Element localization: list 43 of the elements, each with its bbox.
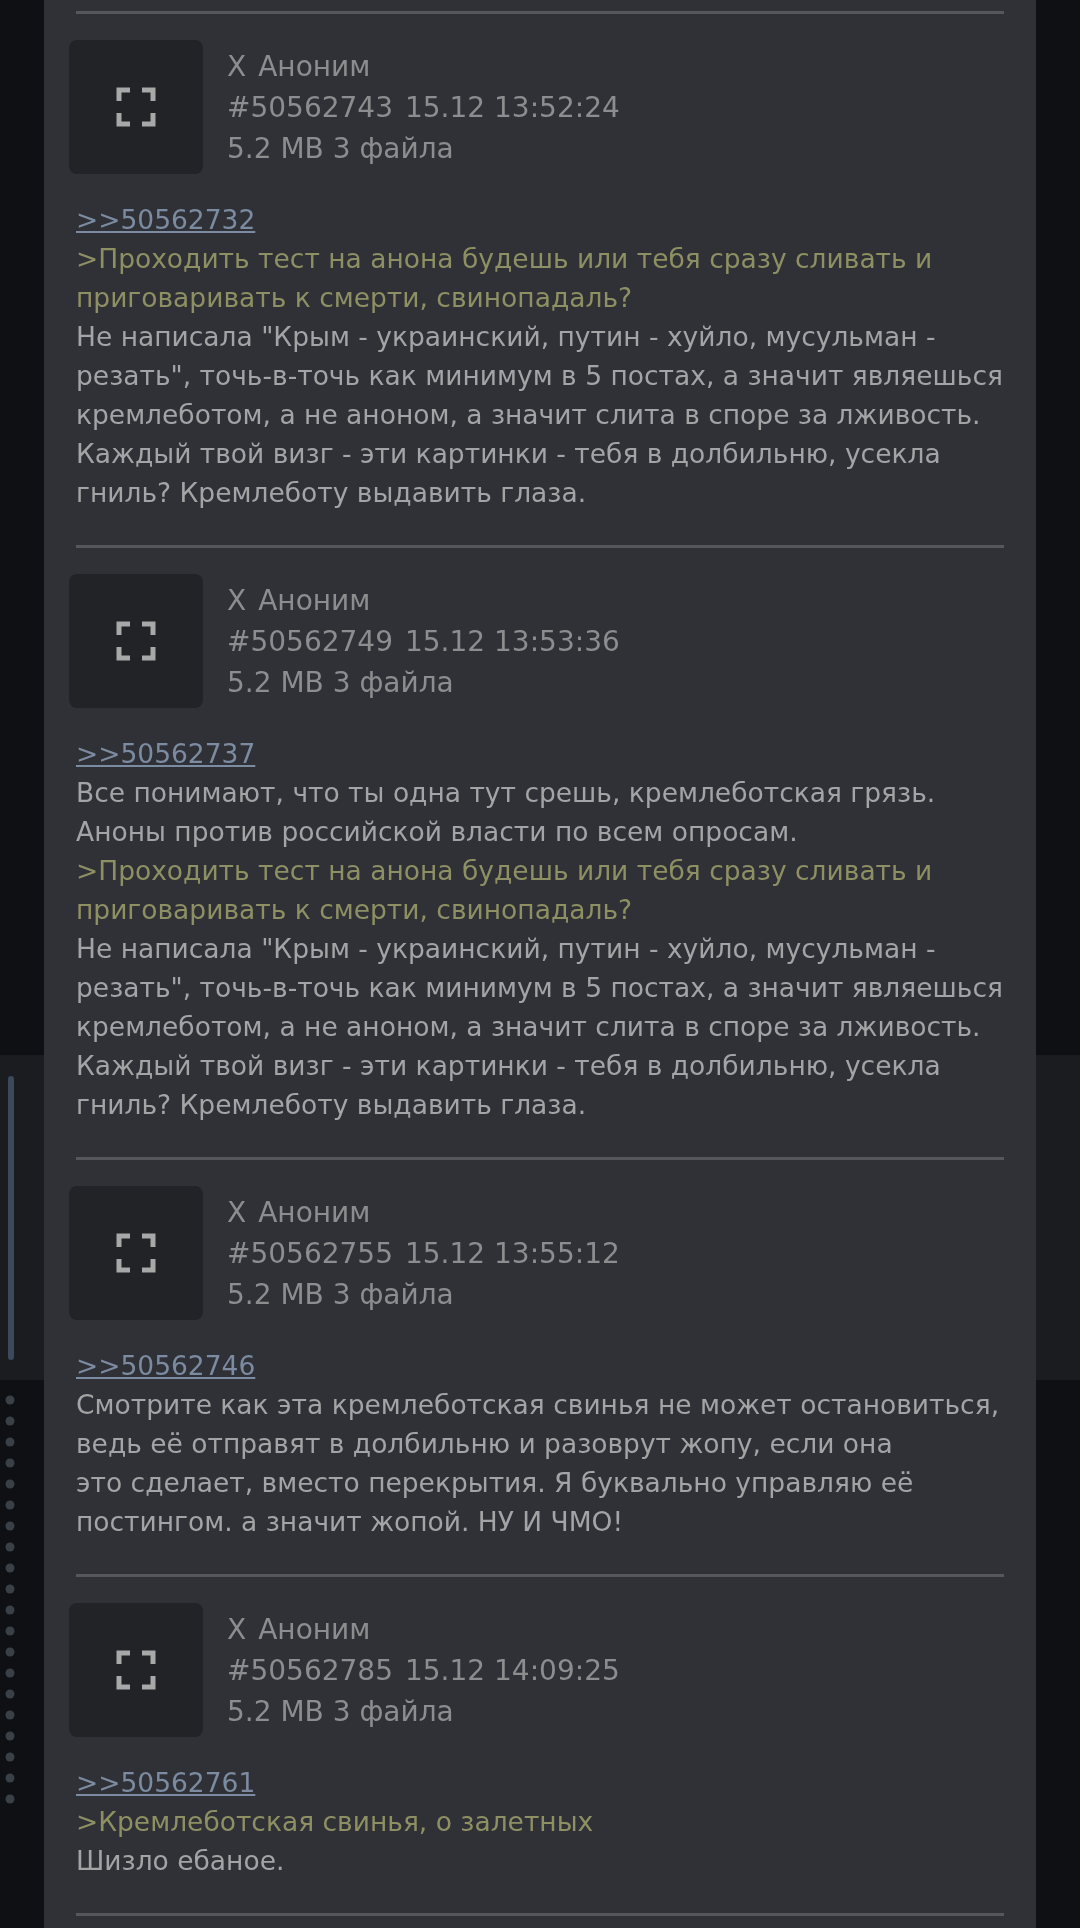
reply-link[interactable]: >>50562761 [76,1767,256,1798]
poster-name: Аноним [258,49,371,85]
image-thumbnail[interactable] [69,1186,203,1320]
poster-name: Аноним [258,1612,371,1648]
file-info: 5.2 MB 3 файла [227,131,454,167]
mark: X [227,1195,247,1231]
image-thumbnail[interactable] [69,1603,203,1737]
expand-icon [116,87,156,127]
file-info: 5.2 MB 3 файла [227,1277,454,1313]
post-number[interactable]: #50562785 [227,1650,393,1691]
reply-link[interactable]: >>50562746 [76,1350,256,1381]
expand-icon [116,1650,156,1690]
mark: X [227,583,247,619]
quote-text: >Проходить тест на анона будешь или тебя сразу сливать и приговаривать к смерти, свинопадаль? [76,242,934,315]
scrollbar[interactable] [8,1076,14,1360]
file-info: 5.2 MB 3 файла [227,665,454,701]
dots-icon [4,1394,16,1804]
expand-icon [116,621,156,661]
post-date: 15.12 13:53:36 [405,624,620,660]
post-text: Не написала "Крым - украинский, путин - хуйло, мусульман - резать", точь-в-точь как минимум в 5 постах, а значит являешься кремлеботом, а не аноном, а значит слита в споре за лживость. Каждый твой визг - эти картинки - тебя в долбильню, усекла гниль? Кремлеботу выдавить глаза. [76,932,1004,1122]
post-date: 15.12 13:52:24 [405,90,620,126]
post-text: это сделает, вместо перекрытия. Я буквально управляю её постингом. а значит жопой. НУ И ЧМО! [76,1466,915,1539]
post-date: 15.12 13:55:12 [405,1236,620,1272]
post-text: Шизло ебаное. [76,1844,286,1878]
poster-name: Аноним [258,583,371,619]
image-thumbnail[interactable] [69,574,203,708]
file-info: 5.2 MB 3 файла [227,1694,454,1730]
reply-link[interactable]: >>50562737 [76,738,256,769]
quote-text: >Проходить тест на анона будешь или тебя сразу сливать и приговаривать к смерти, свинопадаль? [76,854,934,927]
poster-name: Аноним [258,1195,371,1231]
quote-text: >Кремлеботская свинья, о залетных [76,1805,595,1839]
reply-link[interactable]: >>50562732 [76,204,256,235]
post-date: 15.12 14:09:25 [405,1653,620,1689]
mark: X [227,49,247,85]
post-text: Все понимают, что ты одна тут срешь, кремлеботская грязь. [76,776,937,810]
post-number[interactable]: #50562749 [227,621,393,662]
post-text: Аноны против российской власти по всем опросам. [76,815,799,849]
post-text: Не написала "Крым - украинский, путин - хуйло, мусульман - резать", точь-в-точь как минимум в 5 постах, а значит являешься кремлеботом, а не аноном, а значит слита в споре за лживость. Каждый твой визг - эти картинки - тебя в долбильню, усекла гниль? Кремлеботу выдавить глаза. [76,320,1004,510]
mark: X [227,1612,247,1648]
post-number[interactable]: #50562755 [227,1233,393,1274]
post-number[interactable]: #50562743 [227,87,393,128]
image-thumbnail[interactable] [69,40,203,174]
expand-icon [116,1233,156,1273]
